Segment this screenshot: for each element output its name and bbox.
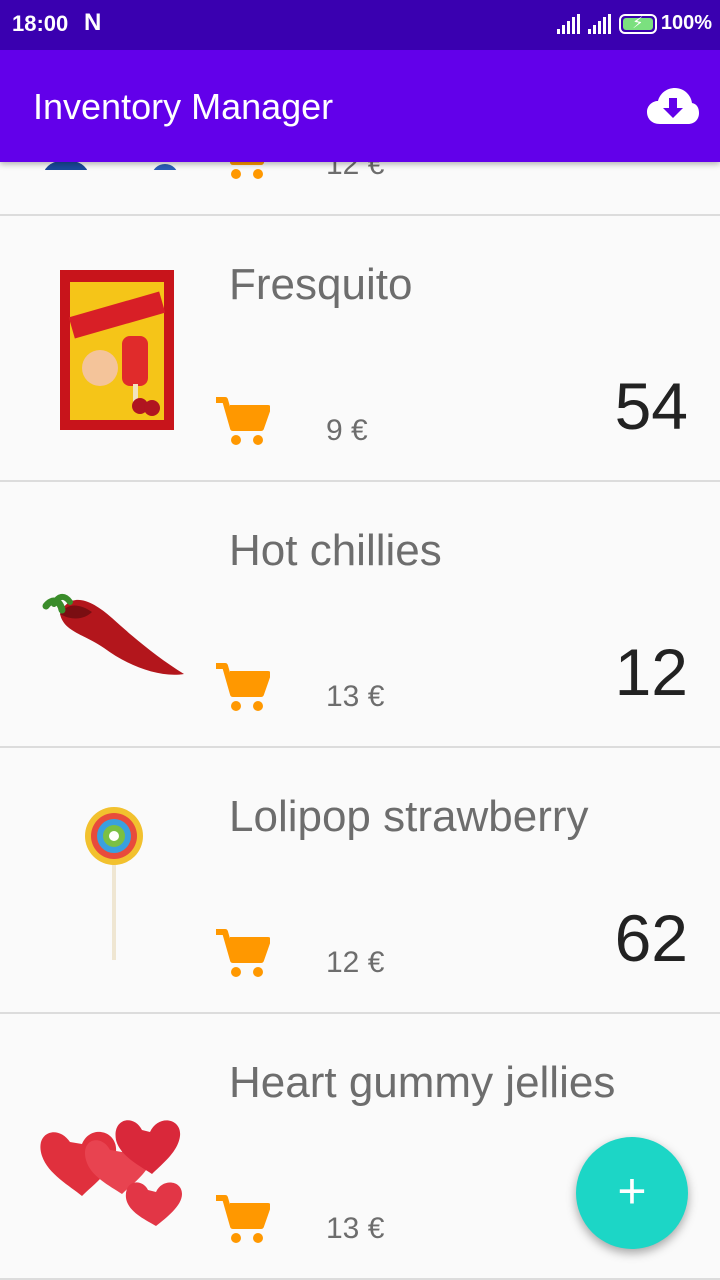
product-name: Heart gummy jellies	[229, 1058, 616, 1107]
lollipop-image	[85, 807, 143, 960]
battery-icon: ⚡	[618, 13, 657, 34]
list-item[interactable]: Fresquito 9 € 54	[0, 216, 720, 482]
hot-chilli-image	[42, 594, 184, 675]
battery-percent: 100%	[660, 12, 712, 34]
add-product-button[interactable]: +	[576, 1137, 688, 1249]
product-name: Lolipop strawberry	[229, 792, 589, 841]
cloud-download-icon[interactable]	[646, 86, 700, 126]
product-name: Hot chillies	[229, 526, 442, 575]
list-item[interactable]: Lolipop strawberry 12 € 62	[0, 748, 720, 1014]
list-item[interactable]: Hot chillies 13 € 12	[0, 482, 720, 748]
app-bar: Inventory Manager	[0, 50, 720, 162]
signal-icon	[556, 13, 580, 34]
product-quantity: 62	[614, 901, 688, 975]
cart-icon[interactable]	[214, 1194, 270, 1244]
product-price: 13 €	[326, 1212, 385, 1245]
product-quantity: 12	[614, 635, 688, 709]
product-name: Fresquito	[229, 260, 413, 309]
status-bar: 18:00 N ⚡ 100%	[0, 0, 720, 50]
product-price: 12 €	[326, 946, 385, 979]
status-time: 18:00	[12, 11, 69, 36]
cart-icon[interactable]	[214, 396, 270, 446]
product-quantity: 54	[614, 369, 688, 443]
heart-jellies-image	[40, 1120, 182, 1226]
notification-icon: N	[84, 9, 102, 36]
cart-icon[interactable]	[214, 662, 270, 712]
product-price: 13 €	[326, 680, 385, 713]
cart-icon[interactable]	[214, 928, 270, 978]
product-price: 9 €	[326, 414, 368, 447]
fresquito-package-image	[60, 270, 174, 430]
signal-icon	[587, 13, 611, 34]
app-title: Inventory Manager	[33, 86, 334, 127]
